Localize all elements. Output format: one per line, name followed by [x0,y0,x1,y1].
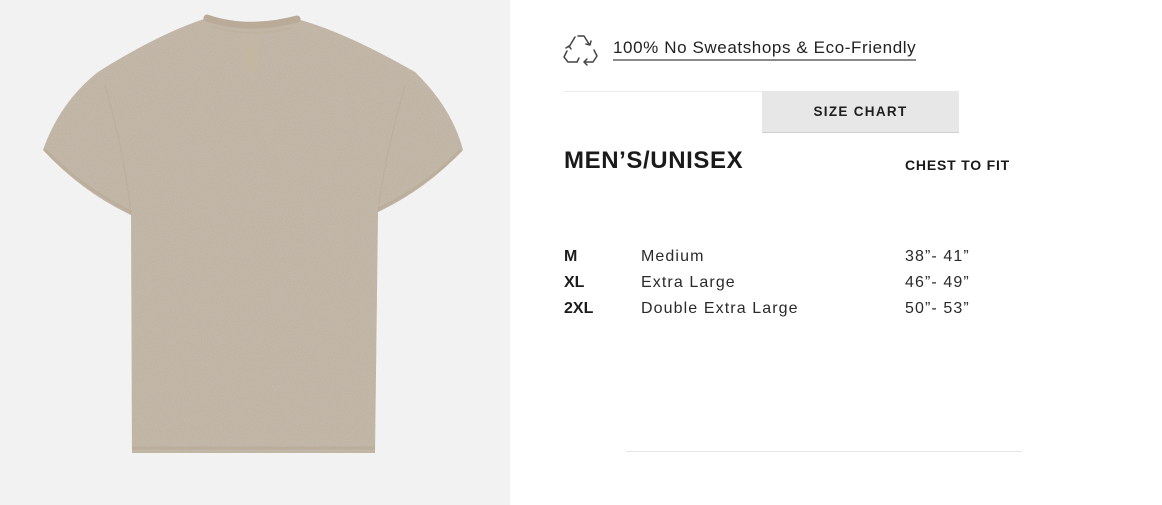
size-name: Double Extra Large [641,300,799,317]
chest-range: 38”- 41” [905,248,970,265]
chest-range: 46”- 49” [905,274,970,291]
size-table: M Medium 38”- 41” XL Extra Large 46”- 49… [564,246,1044,324]
tab-divider [563,91,763,92]
recycle-icon [563,35,598,66]
size-code: XL [564,274,585,291]
section-title: MEN’S/UNISEX [564,147,744,174]
bottom-divider [626,451,1022,452]
size-name: Extra Large [641,274,736,291]
table-row: XL Extra Large 46”- 49” [564,272,1044,298]
tab-size-chart[interactable]: SIZE CHART [762,91,959,133]
column-header-chest: CHEST TO FIT [905,157,1011,173]
table-row: M Medium 38”- 41” [564,246,1044,272]
chest-range: 50”- 53” [905,300,970,317]
tshirt-image [43,14,463,453]
product-image[interactable] [0,0,510,505]
size-code: M [564,248,578,265]
size-name: Medium [641,248,705,265]
eco-friendly-link[interactable]: 100% No Sweatshops & Eco-Friendly [563,32,917,66]
eco-friendly-label: 100% No Sweatshops & Eco-Friendly [613,38,917,61]
table-row: 2XL Double Extra Large 50”- 53” [564,298,1044,324]
size-code: 2XL [564,300,594,317]
